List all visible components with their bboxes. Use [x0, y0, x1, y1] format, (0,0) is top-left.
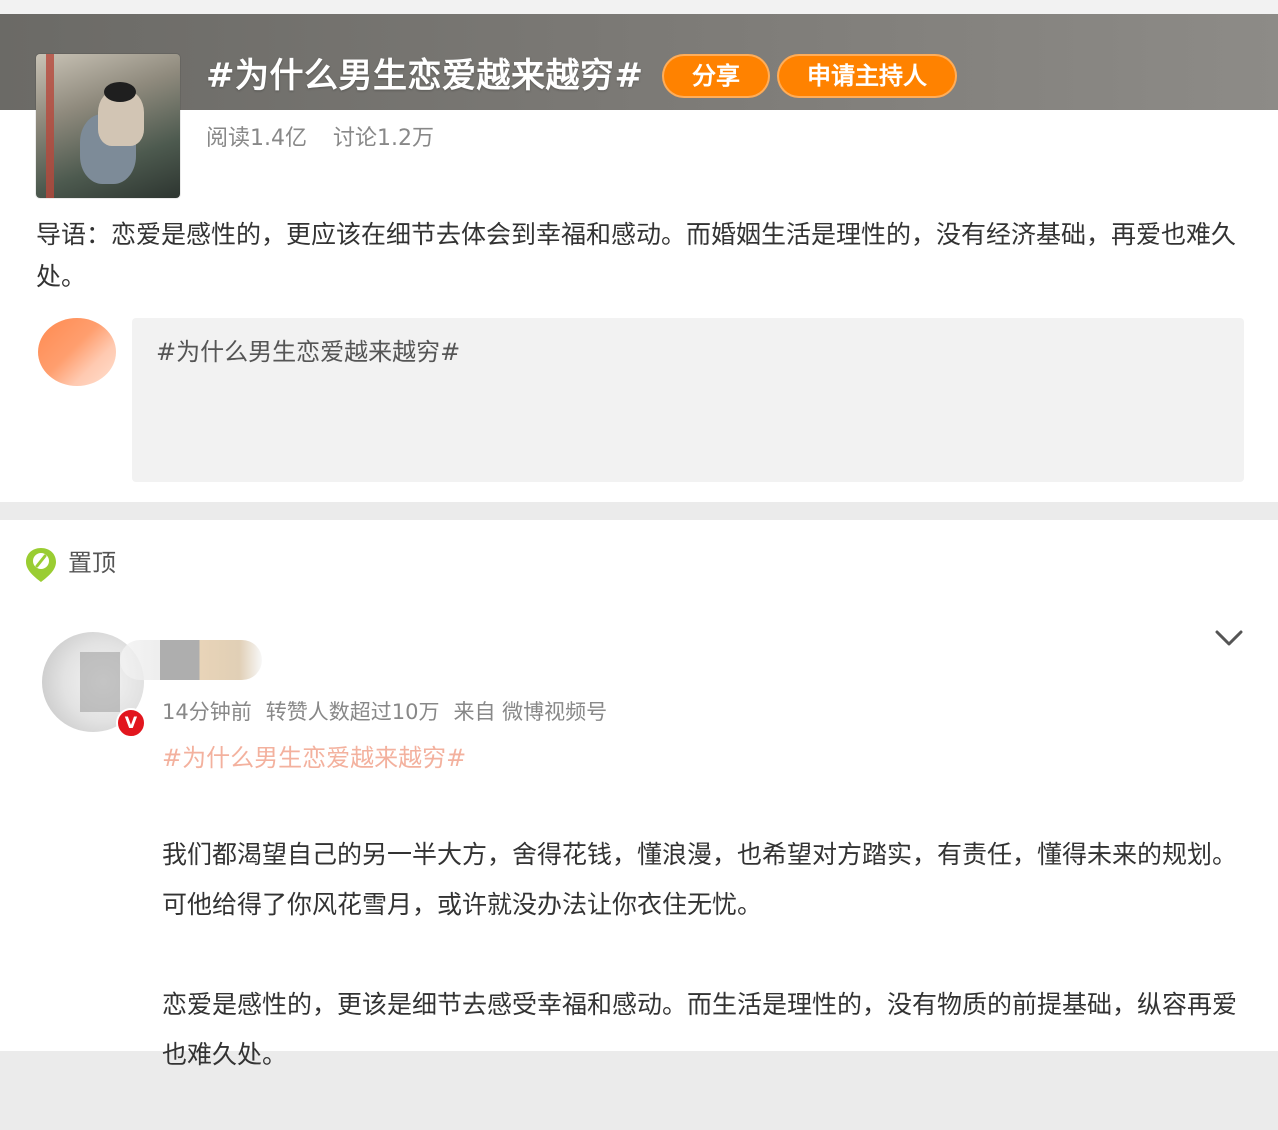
post-topic-link[interactable]: #为什么男生恋爱越来越穷# — [162, 738, 466, 773]
top-strip — [0, 0, 1278, 14]
post-source[interactable]: 来自 微博视频号 — [453, 700, 607, 724]
post-body: 我们都渴望自己的另一半大方，舍得花钱，懂浪漫，也希望对方踏实，有责任，懂得未来的… — [162, 830, 1242, 1130]
topic-cover-image[interactable] — [36, 54, 180, 198]
author-name-obscured[interactable] — [120, 640, 262, 680]
post-paragraph: 恋爱是感性的，更该是细节去感受幸福和感动。而生活是理性的，没有物质的前提基础，纵… — [162, 990, 1238, 1069]
pin-icon — [26, 548, 56, 582]
cover-decoration — [46, 54, 54, 198]
pinned-label: 置顶 — [68, 549, 116, 577]
cover-decoration — [104, 82, 136, 102]
post-paragraph: 我们都渴望自己的另一半大方，舍得花钱，懂浪漫，也希望对方踏实，有责任，懂得未来的… — [162, 840, 1238, 919]
chevron-down-icon[interactable] — [1212, 624, 1246, 652]
verified-badge: V — [116, 708, 146, 738]
user-avatar[interactable] — [38, 318, 116, 386]
topic-stats: 阅读1.4亿 讨论1.2万 — [206, 120, 460, 152]
discussion-count: 讨论1.2万 — [333, 126, 434, 151]
apply-host-button[interactable]: 申请主持人 — [777, 54, 957, 98]
topic-intro: 导语：恋爱是感性的，更应该在细节去体会到幸福和感动。而婚姻生活是理性的，没有经济… — [36, 220, 1237, 291]
read-count: 阅读1.4亿 — [206, 126, 307, 151]
post-time[interactable]: 14分钟前 — [162, 700, 252, 724]
repost-note: 转赞人数超过10万 — [265, 700, 440, 724]
share-button[interactable]: 分享 — [662, 54, 770, 98]
avatar-decoration — [80, 652, 120, 712]
compose-input-text[interactable]: #为什么男生恋爱越来越穷# — [156, 332, 460, 367]
topic-title: #为什么男生恋爱越来越穷# — [206, 56, 644, 96]
post-meta: 14分钟前 转赞人数超过10万 来自 微博视频号 — [162, 696, 621, 726]
